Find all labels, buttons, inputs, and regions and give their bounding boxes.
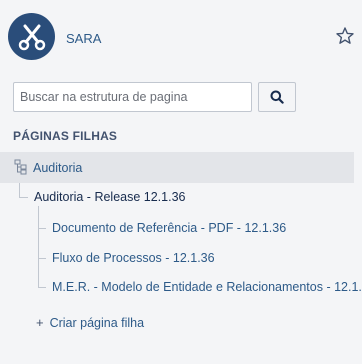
scissors-logo-icon <box>18 24 45 50</box>
tree-connector <box>19 197 28 198</box>
tree-connector <box>38 206 39 288</box>
tree-item-modelo-entidade[interactable]: M.E.R. - Modelo de Entidade e Relacionam… <box>52 280 362 294</box>
star-icon[interactable] <box>335 26 355 46</box>
tree-item-documento-referencia[interactable]: Documento de Referência - PDF - 12.1.36 <box>52 221 286 235</box>
create-child-page-button[interactable]: + Criar página filha <box>36 315 144 330</box>
search-input[interactable] <box>13 82 252 112</box>
tree-connector <box>38 228 46 229</box>
tree-connector <box>38 287 46 288</box>
create-child-page-label: Criar página filha <box>49 316 145 330</box>
page-tree-icon <box>14 159 27 175</box>
space-logo[interactable] <box>8 13 55 60</box>
tree-connector <box>19 183 20 197</box>
space-name[interactable]: SARA <box>66 31 101 46</box>
tree-item-auditoria[interactable]: Auditoria <box>33 161 82 175</box>
tree-connector <box>38 258 46 259</box>
tree-item-fluxo-processos[interactable]: Fluxo de Processos - 12.1.36 <box>52 251 215 265</box>
plus-icon: + <box>36 315 44 330</box>
search-button[interactable] <box>258 82 296 112</box>
search-icon <box>270 90 284 104</box>
child-pages-heading: PÁGINAS FILHAS <box>13 129 118 143</box>
space-header: SARA <box>0 0 362 80</box>
tree-item-release[interactable]: Auditoria - Release 12.1.36 <box>34 190 185 204</box>
